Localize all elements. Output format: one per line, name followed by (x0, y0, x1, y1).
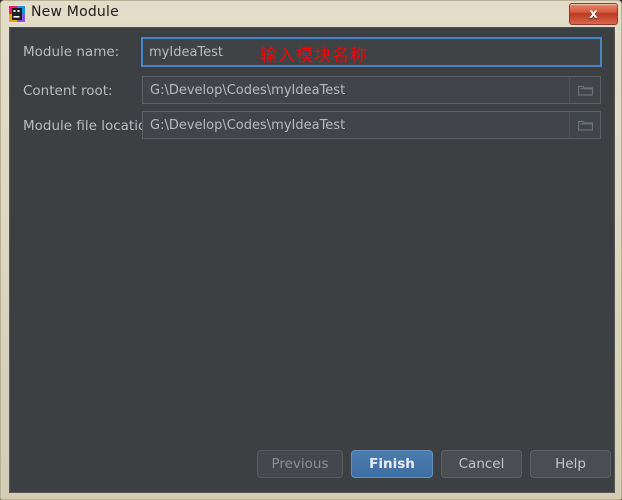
close-icon: x (589, 6, 598, 22)
help-button-label: Help (555, 456, 586, 472)
finish-button-label: Finish (369, 456, 415, 472)
cancel-button-label: Cancel (458, 456, 505, 472)
new-module-dialog-window: New Module x Module name: myIdeaTest Con… (0, 0, 622, 500)
module-file-location-browse-button[interactable] (569, 112, 600, 138)
window-title: New Module (31, 4, 119, 20)
module-name-input[interactable]: myIdeaTest (141, 37, 602, 67)
help-button[interactable]: Help (530, 450, 611, 478)
close-button[interactable]: x (569, 3, 618, 25)
content-root-input[interactable]: G:\Develop\Codes\myIdeaTest (142, 76, 601, 104)
content-root-value: G:\Develop\Codes\myIdeaTest (150, 82, 346, 98)
content-root-label: Content root: (23, 83, 113, 99)
previous-button-label: Previous (271, 456, 329, 472)
folder-icon (577, 81, 593, 100)
content-root-browse-button[interactable] (569, 77, 600, 103)
intellij-idea-icon (8, 5, 26, 23)
previous-button[interactable]: Previous (257, 450, 343, 478)
module-file-location-input[interactable]: G:\Develop\Codes\myIdeaTest (142, 111, 601, 139)
finish-button[interactable]: Finish (351, 450, 433, 478)
form-row-content-root: Content root: G:\Develop\Codes\myIdeaTes… (10, 76, 614, 106)
module-file-location-value: G:\Develop\Codes\myIdeaTest (150, 117, 346, 133)
module-name-value: myIdeaTest (149, 44, 224, 60)
folder-icon (577, 116, 593, 135)
cancel-button[interactable]: Cancel (441, 450, 522, 478)
dialog-button-bar: Previous Finish Cancel Help (10, 450, 614, 480)
annotation-enter-module-name: 输入模块名称 (260, 46, 368, 66)
title-bar[interactable]: New Module x (1, 1, 622, 27)
dialog-content: Module name: myIdeaTest Content root: G:… (9, 27, 615, 493)
module-name-label: Module name: (23, 44, 120, 60)
form-row-module-file-location: Module file location: G:\Develop\Codes\m… (10, 111, 614, 141)
module-file-location-label: Module file location: (23, 118, 160, 134)
